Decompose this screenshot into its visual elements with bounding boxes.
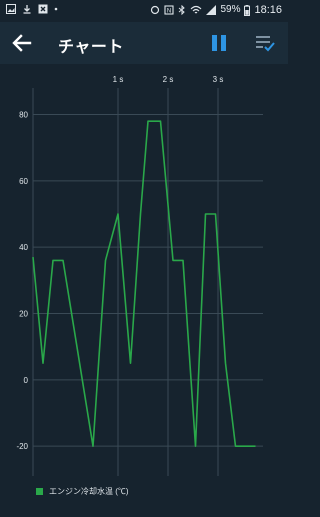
status-time: 18:16 <box>254 4 282 16</box>
pause-icon-bar-2 <box>221 35 226 51</box>
chart-area: 80 60 40 20 0 -20 1 s 2 s 3 s <box>0 64 288 512</box>
status-right-icons: N 59% 18:16 <box>150 4 282 16</box>
close-box-icon <box>38 4 48 14</box>
x-tick-label: 1 s <box>113 75 124 84</box>
y-tick-label: 0 <box>24 376 29 385</box>
y-tick-label: 80 <box>19 111 28 120</box>
checklist-button[interactable] <box>254 33 276 53</box>
legend-label: エンジン冷却水温 (℃) <box>49 487 129 496</box>
checklist-icon <box>256 36 275 52</box>
status-left-icons <box>6 4 58 14</box>
chart-legend: エンジン冷却水温 (℃) <box>36 486 129 497</box>
svg-text:N: N <box>167 9 171 15</box>
back-button[interactable] <box>10 31 34 55</box>
download-icon <box>23 5 31 14</box>
battery-icon <box>244 4 251 16</box>
app-bar: チャート <box>0 22 288 64</box>
image-icon <box>6 4 16 14</box>
y-tick-label: 40 <box>19 243 28 252</box>
signal-icon <box>206 5 217 15</box>
bluetooth-icon <box>179 5 186 15</box>
y-tick-label: 20 <box>19 310 28 319</box>
pause-icon <box>212 35 217 51</box>
series-line <box>32 120 256 448</box>
line-chart: 80 60 40 20 0 -20 1 s 2 s 3 s <box>16 75 263 476</box>
y-tick-label: -20 <box>16 442 28 451</box>
legend-swatch <box>36 488 43 495</box>
x-tick-label: 2 s <box>163 75 174 84</box>
pause-button[interactable] <box>208 32 230 54</box>
y-tick-label: 60 <box>19 177 28 186</box>
wifi-icon <box>191 5 202 14</box>
status-bar: N 59% 18:16 <box>0 0 288 22</box>
back-arrow-icon <box>12 34 32 52</box>
battery-percent: 59% <box>220 4 241 15</box>
dot-icon <box>54 7 58 11</box>
nfc-icon: N <box>164 5 175 15</box>
page-title: チャート <box>58 39 124 56</box>
sync-icon <box>151 5 160 15</box>
x-tick-label: 3 s <box>213 75 224 84</box>
